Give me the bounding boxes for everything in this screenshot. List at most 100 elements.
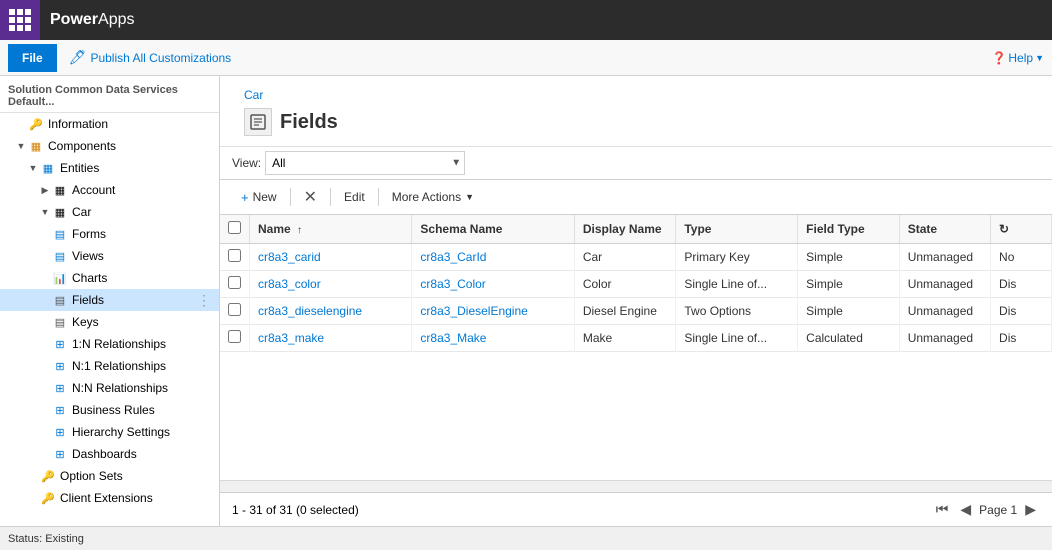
row-type-cell: Two Options xyxy=(676,298,798,325)
row-type-cell: Primary Key xyxy=(676,244,798,271)
sidebar-item-label: Charts xyxy=(72,271,107,285)
col-header-name[interactable]: Name ↑ xyxy=(250,215,412,244)
pagination: 1 - 31 of 31 (0 selected) ⏮ ◀ Page 1 ▶ xyxy=(220,492,1052,526)
row-name-link[interactable]: cr8a3_color xyxy=(258,277,321,291)
sidebar-item-charts[interactable]: 📊 Charts xyxy=(0,267,219,289)
sidebar-item-forms[interactable]: ▤ Forms xyxy=(0,223,219,245)
status-bar: Status: Existing xyxy=(0,526,1052,550)
select-all-checkbox[interactable] xyxy=(228,221,241,234)
row-name-cell: cr8a3_carid xyxy=(250,244,412,271)
sidebar-item-fields[interactable]: ▤ Fields ⋮ xyxy=(0,289,219,311)
help-button[interactable]: ❓ Help ▼ xyxy=(991,51,1044,65)
expand-arrow-icon xyxy=(28,471,38,481)
sort-asc-icon: ↑ xyxy=(297,225,302,236)
dashboards-icon: ⊞ xyxy=(52,446,68,462)
table-row: cr8a3_dieselengine cr8a3_DieselEngine Di… xyxy=(220,298,1052,325)
action-separator xyxy=(290,188,291,206)
row-type-cell: Single Line of... xyxy=(676,325,798,352)
fields-icon: ▤ xyxy=(52,292,68,308)
sidebar-item-dashboards[interactable]: ⊞ Dashboards xyxy=(0,443,219,465)
col-header-schema[interactable]: Schema Name xyxy=(412,215,574,244)
sidebar-item-hier-settings[interactable]: ⊞ Hierarchy Settings xyxy=(0,421,219,443)
sidebar-item-views[interactable]: ▤ Views xyxy=(0,245,219,267)
sidebar-item-1n-rel[interactable]: ⊞ 1:N Relationships xyxy=(0,333,219,355)
file-button[interactable]: File xyxy=(8,44,57,72)
table-row: cr8a3_carid cr8a3_CarId Car Primary Key … xyxy=(220,244,1052,271)
sidebar-item-keys[interactable]: ▤ Keys xyxy=(0,311,219,333)
car-icon: ▦ xyxy=(52,204,68,220)
row-schema-link[interactable]: cr8a3_Make xyxy=(420,331,486,345)
row-name-link[interactable]: cr8a3_make xyxy=(258,331,324,345)
breadcrumb: Car xyxy=(232,82,1040,108)
biz-rules-icon: ⊞ xyxy=(52,402,68,418)
sidebar-item-label: Keys xyxy=(72,315,99,329)
row-schema-cell: cr8a3_Color xyxy=(412,271,574,298)
breadcrumb-car-link[interactable]: Car xyxy=(244,88,263,102)
keys-icon: ▤ xyxy=(52,314,68,330)
sidebar-item-label: Components xyxy=(48,139,116,153)
account-icon: ▦ xyxy=(52,182,68,198)
table-header-row: Name ↑ Schema Name Display Name Type xyxy=(220,215,1052,244)
sidebar-item-information[interactable]: 🔑 Information xyxy=(0,113,219,135)
col-header-display[interactable]: Display Name xyxy=(574,215,676,244)
view-selector-row: View: All Custom Managed Unmanaged ▼ xyxy=(220,147,1052,180)
top-bar: PowerApps xyxy=(0,0,1052,40)
row-name-cell: cr8a3_make xyxy=(250,325,412,352)
resize-handle: ⋮ xyxy=(197,298,211,303)
col-header-type[interactable]: Type xyxy=(676,215,798,244)
col-header-req[interactable]: ↻ xyxy=(991,215,1052,244)
sidebar-item-label: Forms xyxy=(72,227,106,241)
action-separator-2 xyxy=(330,188,331,206)
col-header-state[interactable]: State xyxy=(899,215,990,244)
sidebar-item-label: Dashboards xyxy=(72,447,137,461)
row-checkbox[interactable] xyxy=(228,249,241,262)
waffle-button[interactable] xyxy=(0,0,40,40)
sidebar-item-biz-rules[interactable]: ⊞ Business Rules xyxy=(0,399,219,421)
row-display-cell: Car xyxy=(574,244,676,271)
edit-button[interactable]: Edit xyxy=(335,184,374,210)
sidebar-item-nn-rel[interactable]: ⊞ N:N Relationships xyxy=(0,377,219,399)
row-name-link[interactable]: cr8a3_dieselengine xyxy=(258,304,362,318)
row-type-cell: Single Line of... xyxy=(676,271,798,298)
col-header-fieldtype[interactable]: Field Type xyxy=(798,215,900,244)
sidebar-item-client-ext[interactable]: 🔑 Client Extensions xyxy=(0,487,219,509)
row-schema-link[interactable]: cr8a3_Color xyxy=(420,277,485,291)
row-display-cell: Color xyxy=(574,271,676,298)
row-req-cell: No xyxy=(991,244,1052,271)
new-button[interactable]: + New xyxy=(232,184,286,210)
sidebar-item-n1-rel[interactable]: ⊞ N:1 Relationships xyxy=(0,355,219,377)
sidebar-item-components[interactable]: ▼ ▦ Components xyxy=(0,135,219,157)
row-name-link[interactable]: cr8a3_carid xyxy=(258,250,321,264)
view-select[interactable]: All Custom Managed Unmanaged xyxy=(265,151,465,175)
new-icon: + xyxy=(241,190,249,205)
row-checkbox[interactable] xyxy=(228,330,241,343)
row-schema-link[interactable]: cr8a3_CarId xyxy=(420,250,486,264)
sidebar-item-account[interactable]: ▶ ▦ Account xyxy=(0,179,219,201)
row-schema-cell: cr8a3_CarId xyxy=(412,244,574,271)
help-label: Help xyxy=(1008,51,1033,65)
row-schema-link[interactable]: cr8a3_DieselEngine xyxy=(420,304,527,318)
views-icon: ▤ xyxy=(52,248,68,264)
more-actions-button[interactable]: More Actions ▼ xyxy=(383,184,483,210)
new-label: New xyxy=(253,190,277,204)
row-checkbox[interactable] xyxy=(228,303,241,316)
action-separator-3 xyxy=(378,188,379,206)
table-row: cr8a3_make cr8a3_Make Make Single Line o… xyxy=(220,325,1052,352)
horizontal-scrollbar[interactable] xyxy=(220,480,1052,492)
sidebar-item-car[interactable]: ▼ ▦ Car xyxy=(0,201,219,223)
prev-page-button[interactable]: ◀ xyxy=(956,499,975,520)
delete-button[interactable]: ✕ xyxy=(295,184,326,210)
app-title: PowerApps xyxy=(40,11,134,29)
sidebar-item-label: 1:N Relationships xyxy=(72,337,166,351)
sidebar-item-label: N:1 Relationships xyxy=(72,359,166,373)
row-schema-cell: cr8a3_DieselEngine xyxy=(412,298,574,325)
sidebar-item-entities[interactable]: ▼ ▦ Entities xyxy=(0,157,219,179)
sidebar: Solution Common Data Services Default...… xyxy=(0,76,220,526)
first-page-button[interactable]: ⏮ xyxy=(932,499,953,520)
next-page-button[interactable]: ▶ xyxy=(1021,499,1040,520)
expand-arrow-icon: ▼ xyxy=(28,163,38,173)
sidebar-item-option-sets[interactable]: 🔑 Option Sets xyxy=(0,465,219,487)
row-checkbox[interactable] xyxy=(228,276,241,289)
waffle-icon xyxy=(9,9,31,31)
publish-button[interactable]: 🖊 Publish All Customizations xyxy=(69,49,232,66)
